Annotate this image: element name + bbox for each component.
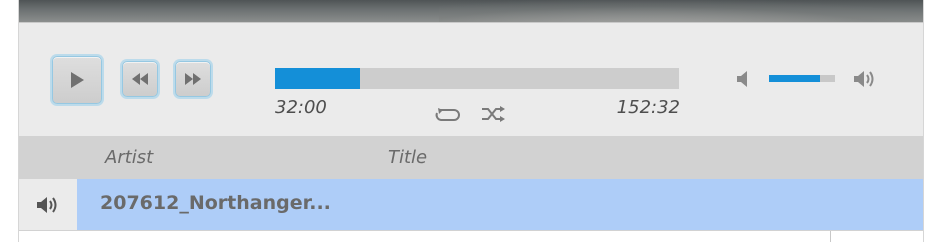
now-playing-indicator — [19, 179, 77, 230]
shuffle-icon — [482, 106, 505, 122]
shuffle-button[interactable] — [479, 103, 507, 125]
volume-slider[interactable] — [769, 75, 835, 82]
play-icon — [71, 72, 84, 88]
rewind-icon — [132, 73, 148, 85]
playlist-row[interactable]: 207612_Northanger... — [19, 179, 923, 230]
volume-low-icon — [737, 71, 747, 87]
page-margin — [0, 0, 18, 242]
video-area[interactable] — [19, 0, 923, 23]
column-header-artist[interactable]: Artist — [105, 147, 153, 168]
media-player: 32:00 152:32 Artist Title 207612_Northan… — [18, 0, 924, 242]
playlist-header: Artist Title — [19, 137, 923, 179]
repeat-icon — [435, 108, 460, 121]
speaker-icon — [37, 196, 57, 213]
playlist-row-empty — [19, 230, 923, 242]
volume-low-button[interactable] — [730, 67, 758, 91]
column-header-title[interactable]: Title — [388, 147, 427, 168]
time-elapsed: 32:00 — [275, 97, 327, 118]
rewind-button[interactable] — [122, 61, 158, 97]
track-artist: 207612_Northanger... — [100, 192, 331, 214]
fast-forward-button[interactable] — [175, 61, 211, 97]
play-button[interactable] — [52, 56, 102, 104]
fast-forward-icon — [185, 73, 201, 85]
volume-high-icon — [854, 71, 874, 87]
column-divider — [830, 231, 831, 242]
volume-fill — [769, 75, 821, 82]
player-controls: 32:00 152:32 — [19, 23, 923, 137]
repeat-button[interactable] — [433, 103, 461, 125]
progress-fill — [275, 68, 360, 89]
volume-high-button[interactable] — [851, 67, 879, 91]
time-total: 152:32 — [616, 97, 680, 118]
progress-bar[interactable] — [275, 68, 679, 89]
